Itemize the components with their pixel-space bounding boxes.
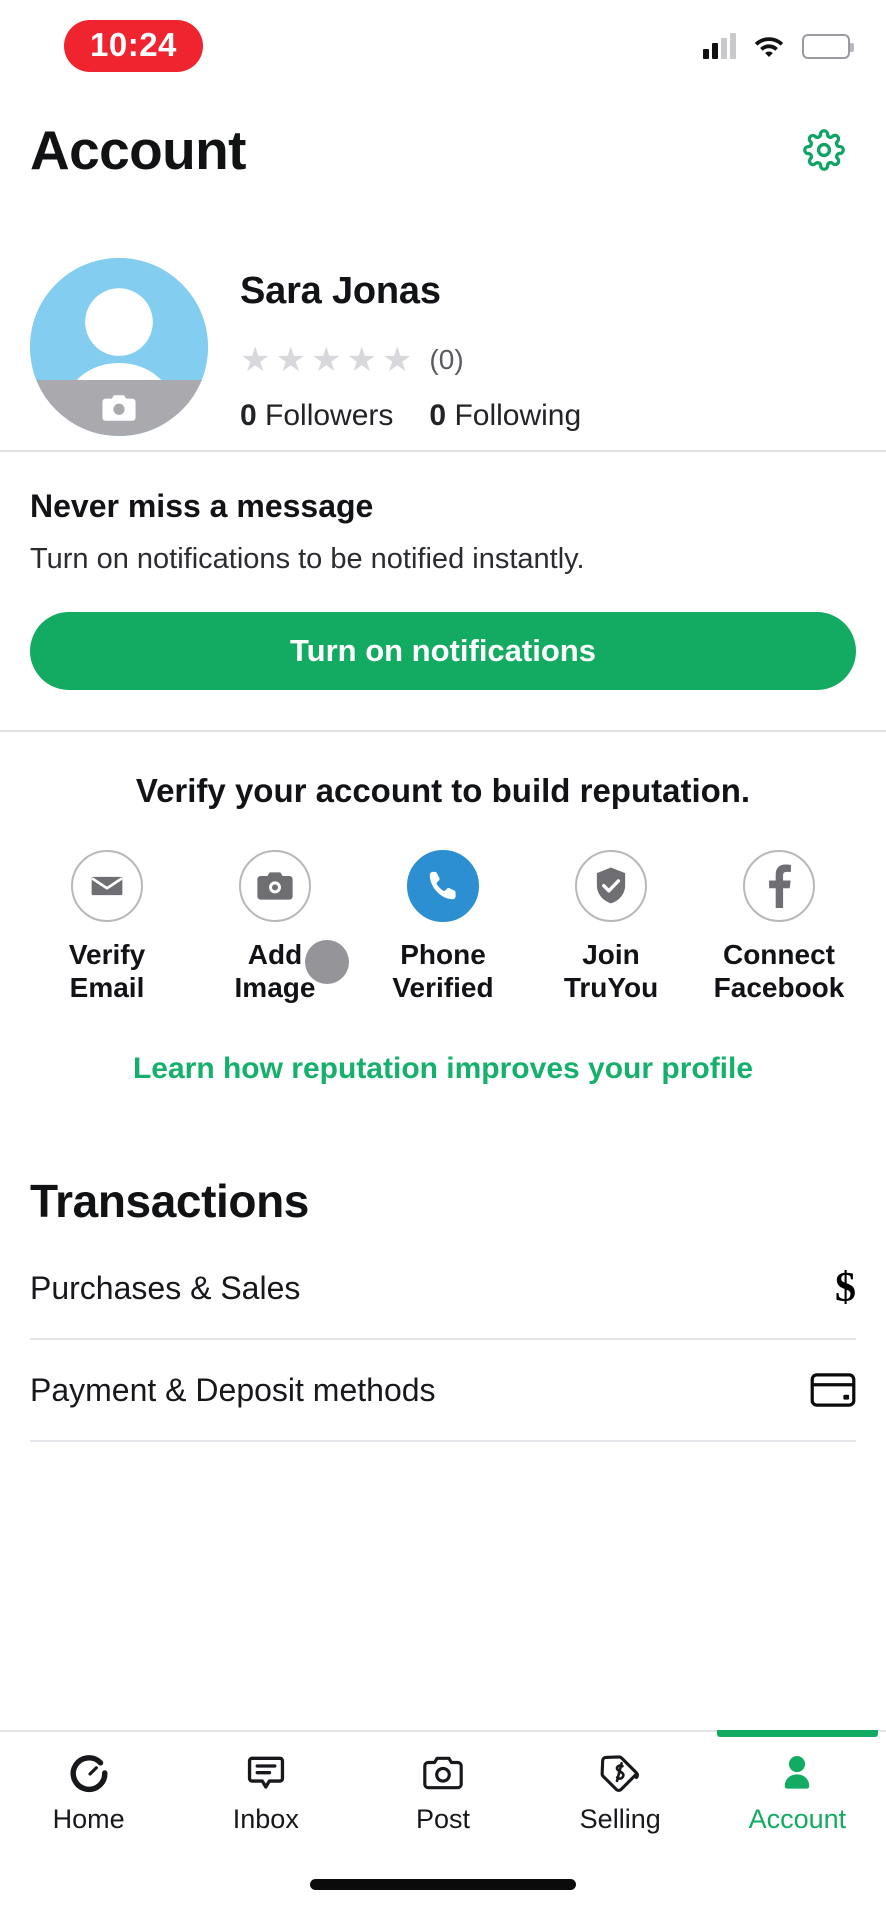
nav-item-label: Inbox: [232, 1803, 299, 1834]
nav-item-inbox[interactable]: Inbox: [177, 1732, 354, 1848]
nav-item-post[interactable]: Post: [354, 1732, 531, 1848]
verify-item-label: Phone Verified: [392, 939, 494, 1004]
star-icon: ★: [275, 341, 307, 379]
followers-label: Followers: [265, 399, 394, 432]
camera-icon: [102, 395, 136, 421]
facebook-icon: [769, 864, 791, 908]
verify-item-email[interactable]: Verify Email: [32, 850, 182, 1004]
following-label: Following: [454, 399, 582, 432]
verify-item-truyou[interactable]: Join TruYou: [536, 850, 686, 1004]
avatar[interactable]: [30, 258, 208, 436]
profile-info: Sara Jonas ★ ★ ★ ★ ★ (0) 0 Followers 0 F…: [240, 258, 852, 433]
star-icon: ★: [240, 341, 272, 379]
transaction-row-payment-deposit[interactable]: Payment & Deposit methods: [30, 1340, 856, 1443]
transactions-section: Transactions Purchases & Sales $ Payment…: [0, 1174, 886, 1443]
bottom-navigation: Home Inbox Post Selling Account: [0, 1730, 886, 1848]
notifications-title: Never miss a message: [30, 488, 374, 524]
home-indicator[interactable]: [310, 1878, 576, 1890]
verify-items-row: Verify Email Add Image Phone Verified Jo…: [18, 850, 868, 1004]
verify-item-phone[interactable]: Phone Verified: [368, 850, 518, 1004]
settings-button[interactable]: [796, 122, 852, 178]
nav-item-label: Account: [748, 1803, 847, 1834]
camera-icon: [422, 1752, 464, 1794]
phone-icon: [429, 871, 456, 900]
wifi-icon: [753, 33, 785, 59]
transaction-row-purchases-sales[interactable]: Purchases & Sales $: [30, 1238, 856, 1341]
app-screen: 10:24 Account Sara Jonas ★ ★ ★ ★ ★ (0) 0…: [0, 0, 886, 1920]
battery-icon: [802, 33, 854, 59]
notifications-block: Never miss a message Turn on notificatio…: [0, 452, 886, 730]
verify-phone-circle: [407, 850, 479, 922]
verify-add-image-circle: [239, 850, 311, 922]
touch-indicator: [305, 940, 349, 984]
verify-email-circle: [71, 850, 143, 922]
verify-item-facebook[interactable]: Connect Facebook: [704, 850, 854, 1004]
dollar-sign-icon: $: [835, 1265, 856, 1312]
profile-section: Sara Jonas ★ ★ ★ ★ ★ (0) 0 Followers 0 F…: [0, 200, 886, 450]
profile-name: Sara Jonas: [240, 270, 441, 312]
transactions-title: Transactions: [30, 1175, 309, 1228]
verify-facebook-circle: [743, 850, 815, 922]
price-tag-dollar-icon: [599, 1752, 641, 1794]
page-title: Account: [30, 119, 246, 181]
camera-icon: [257, 872, 293, 900]
followers-stat[interactable]: 0 Followers: [240, 399, 393, 433]
verify-heading: Verify your account to build reputation.: [135, 772, 751, 809]
verify-item-label: Connect Facebook: [713, 939, 845, 1004]
verify-item-label: Join TruYou: [563, 939, 659, 1004]
home-indicator-area: [0, 1848, 886, 1920]
home-circle-icon: [68, 1752, 110, 1794]
transaction-row-label: Payment & Deposit methods: [30, 1371, 436, 1408]
verify-account-block: Verify your account to build reputation.…: [0, 732, 886, 1086]
nav-item-account[interactable]: Account: [709, 1730, 886, 1848]
status-bar-icons: [703, 33, 854, 59]
nav-item-home[interactable]: Home: [0, 1732, 177, 1848]
following-count: 0: [429, 399, 447, 432]
shield-check-icon: [596, 867, 626, 904]
status-bar: 10:24: [0, 0, 886, 92]
nav-item-label: Post: [415, 1803, 471, 1834]
star-icon: ★: [381, 341, 414, 379]
verify-truyou-circle: [575, 850, 647, 922]
status-bar-clock: 10:24: [64, 19, 203, 73]
cellular-signal-icon: [703, 33, 736, 59]
star-icon: ★: [310, 341, 343, 379]
nav-item-label: Home: [52, 1803, 125, 1834]
envelope-icon: [91, 876, 123, 896]
following-stat[interactable]: 0 Following: [429, 399, 581, 433]
star-icon: ★: [346, 341, 378, 379]
rating-row: ★ ★ ★ ★ ★ (0): [240, 343, 852, 377]
person-icon: [776, 1752, 818, 1794]
gear-icon: [803, 129, 845, 171]
notifications-subtitle: Turn on notifications to be notified ins…: [30, 543, 585, 575]
turn-on-notifications-button[interactable]: Turn on notifications: [30, 612, 856, 690]
follow-stats: 0 Followers 0 Following: [240, 399, 852, 433]
page-header: Account: [0, 92, 886, 200]
nav-item-selling[interactable]: Selling: [532, 1732, 709, 1848]
rating-count: (0): [429, 344, 464, 375]
avatar-camera-overlay[interactable]: [30, 380, 208, 436]
verify-item-label: Verify Email: [68, 939, 146, 1004]
nav-item-label: Selling: [579, 1803, 661, 1834]
verify-item-label: Add Image: [234, 939, 316, 1004]
learn-reputation-link[interactable]: Learn how reputation improves your profi…: [18, 1052, 868, 1086]
transaction-row-label: Purchases & Sales: [30, 1269, 301, 1306]
credit-card-icon: [804, 1373, 856, 1407]
chat-bubble-icon: [245, 1752, 287, 1794]
followers-count: 0: [240, 399, 257, 432]
